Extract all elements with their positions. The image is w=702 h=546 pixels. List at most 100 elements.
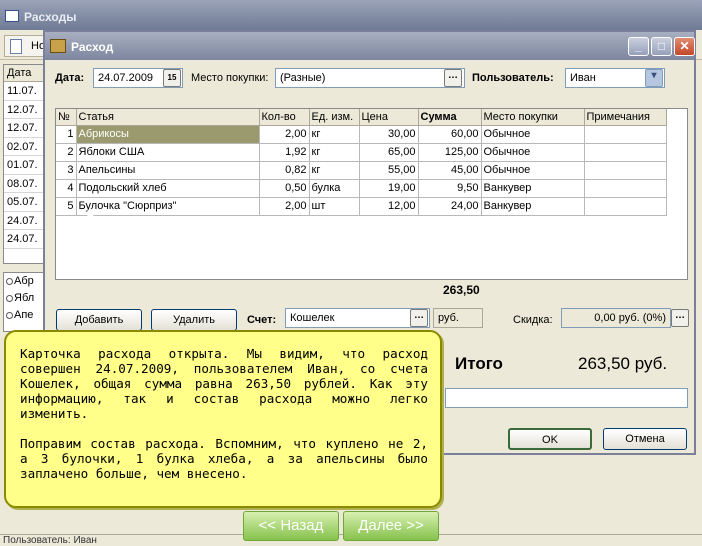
table-cell-place[interactable]: Обычное [481, 143, 585, 162]
list-item[interactable]: 08.07. [4, 175, 44, 193]
minimize-icon: _ [635, 39, 642, 53]
table-cell-note[interactable] [584, 143, 667, 162]
calendar-icon[interactable]: 15 [163, 69, 181, 87]
table-cell-place[interactable]: Ванкувер [481, 179, 585, 198]
table-cell-n[interactable]: 3 [56, 161, 77, 180]
table-cell-place[interactable]: Обычное [481, 125, 585, 144]
table-cell-note[interactable] [584, 197, 667, 216]
items-table: № Статья Кол-во Ед. изм. Цена Сумма Мест… [56, 109, 667, 216]
cancel-button[interactable]: Отмена [603, 428, 687, 450]
table-cell-n[interactable]: 2 [56, 143, 77, 162]
account-field[interactable]: Кошелек [285, 308, 430, 328]
column-header[interactable]: Кол-во [259, 109, 310, 126]
list-item[interactable]: 11.07. [4, 82, 44, 101]
discount-ellipsis-button[interactable]: … [671, 309, 689, 327]
tree-item[interactable]: Ябл [4, 290, 44, 307]
table-cell-qty[interactable]: 2,00 [259, 197, 310, 216]
list-item[interactable]: 02.07. [4, 138, 44, 156]
main-window-title: Расходы [24, 10, 77, 24]
column-header[interactable]: Сумма [418, 109, 482, 126]
delete-button[interactable]: Удалить [151, 309, 237, 331]
table-cell-unit[interactable]: кг [309, 161, 360, 180]
hint-paragraph: Поправим состав расхода. Вспомним, что к… [20, 436, 428, 481]
place-field[interactable]: (Разные) [275, 68, 465, 88]
table-cell-price[interactable]: 65,00 [359, 143, 419, 162]
maximize-button[interactable]: □ [651, 37, 672, 56]
table-cell-sum[interactable]: 45,00 [418, 161, 482, 180]
table-cell-n[interactable]: 4 [56, 179, 77, 198]
maximize-icon: □ [657, 39, 666, 53]
table-cell-sum[interactable]: 125,00 [418, 143, 482, 162]
hint-bubble: Карточка расхода открыта. Мы видим, что … [4, 330, 442, 508]
account-value: Кошелек [290, 312, 335, 324]
list-item[interactable]: 12.07. [4, 119, 44, 138]
table-cell-item[interactable]: Апельсины [76, 161, 260, 180]
discount-label: Скидка: [513, 314, 553, 326]
item-tree[interactable]: Абр Ябл Апе [3, 272, 45, 332]
discount-value: 0,00 руб. (0%) [594, 312, 666, 324]
tree-item[interactable]: Абр [4, 273, 44, 290]
back-button[interactable]: << Назад [243, 511, 339, 541]
table-cell-note[interactable] [584, 125, 667, 144]
list-item[interactable]: 24.07. [4, 230, 44, 249]
chevron-down-icon[interactable]: ▾ [645, 69, 663, 87]
table-row[interactable]: 4 Подольский хлеб 0,50 булка 19,00 9,50 Ванкув… [56, 179, 667, 198]
column-header[interactable]: № [56, 109, 77, 126]
table-cell-sum[interactable]: 9,50 [418, 179, 482, 198]
table-cell-n[interactable]: 1 [56, 125, 77, 144]
table-row[interactable]: 3 Апельсины 0,82 кг 55,00 45,00 Обычное [56, 161, 667, 180]
grid-total: 263,50 [443, 283, 480, 297]
date-label: Дата: [55, 72, 85, 84]
add-button[interactable]: Добавить [56, 309, 142, 331]
list-item[interactable]: 05.07. [4, 193, 44, 212]
ok-button[interactable]: OK [508, 428, 592, 450]
table-cell-price[interactable]: 55,00 [359, 161, 419, 180]
table-cell-note[interactable] [584, 161, 667, 180]
main-window-title-bar: Расходы [0, 0, 702, 30]
tree-item[interactable]: Апе [4, 307, 44, 324]
table-cell-item[interactable]: Булочка "Сюрприз" [76, 197, 260, 216]
table-cell-unit[interactable]: кг [309, 125, 360, 144]
table-row[interactable]: 2 Яблоки США 1,92 кг 65,00 125,00 Обычное [56, 143, 667, 162]
next-button[interactable]: Далее >> [343, 511, 439, 541]
column-header[interactable]: Ед. изм. [309, 109, 360, 126]
table-cell-place[interactable]: Обычное [481, 161, 585, 180]
table-cell-sum[interactable]: 24,00 [418, 197, 482, 216]
column-header[interactable]: Примечания [584, 109, 667, 126]
table-cell-sum[interactable]: 60,00 [418, 125, 482, 144]
close-button[interactable]: ✕ [674, 37, 695, 56]
table-cell-price[interactable]: 30,00 [359, 125, 419, 144]
document-icon [10, 39, 22, 54]
table-row[interactable]: 5 Булочка "Сюрприз" 2,00 шт 12,00 24,00 Ванкув… [56, 197, 667, 216]
list-item[interactable]: 24.07. [4, 212, 44, 230]
table-cell-n[interactable]: 5 [56, 197, 77, 216]
note-field[interactable] [445, 388, 688, 408]
table-cell-qty[interactable]: 1,92 [259, 143, 310, 162]
table-cell-item[interactable]: Подольский хлеб [76, 179, 260, 198]
table-cell-place[interactable]: Ванкувер [481, 197, 585, 216]
hint-paragraph: Карточка расхода открыта. Мы видим, что … [20, 346, 428, 421]
list-header-date[interactable]: Дата [4, 65, 44, 82]
table-row[interactable]: 1 Абрикосы 2,00 кг 30,00 60,00 Обычное [56, 125, 667, 144]
place-ellipsis-button[interactable]: … [444, 69, 462, 87]
table-cell-note[interactable] [584, 179, 667, 198]
table-cell-unit[interactable]: шт [309, 197, 360, 216]
table-cell-unit[interactable]: булка [309, 179, 360, 198]
minimize-button[interactable]: _ [628, 37, 649, 56]
table-cell-item[interactable]: Яблоки США [76, 143, 260, 162]
column-header[interactable]: Цена [359, 109, 419, 126]
table-cell-qty[interactable]: 0,50 [259, 179, 310, 198]
currency-value: руб. [438, 312, 459, 324]
table-cell-item[interactable]: Абрикосы [76, 125, 260, 144]
column-header[interactable]: Место покупки [481, 109, 585, 126]
table-cell-qty[interactable]: 2,00 [259, 125, 310, 144]
column-header[interactable]: Статья [76, 109, 260, 126]
table-cell-qty[interactable]: 0,82 [259, 161, 310, 180]
account-ellipsis-button[interactable]: … [410, 309, 428, 327]
list-item[interactable]: 01.07. [4, 156, 44, 175]
table-cell-price[interactable]: 19,00 [359, 179, 419, 198]
table-cell-price[interactable]: 12,00 [359, 197, 419, 216]
expense-list[interactable]: Дата 11.07. 12.07. 12.07. 02.07. 01.07. … [3, 64, 45, 264]
table-cell-unit[interactable]: кг [309, 143, 360, 162]
list-item[interactable]: 12.07. [4, 101, 44, 119]
